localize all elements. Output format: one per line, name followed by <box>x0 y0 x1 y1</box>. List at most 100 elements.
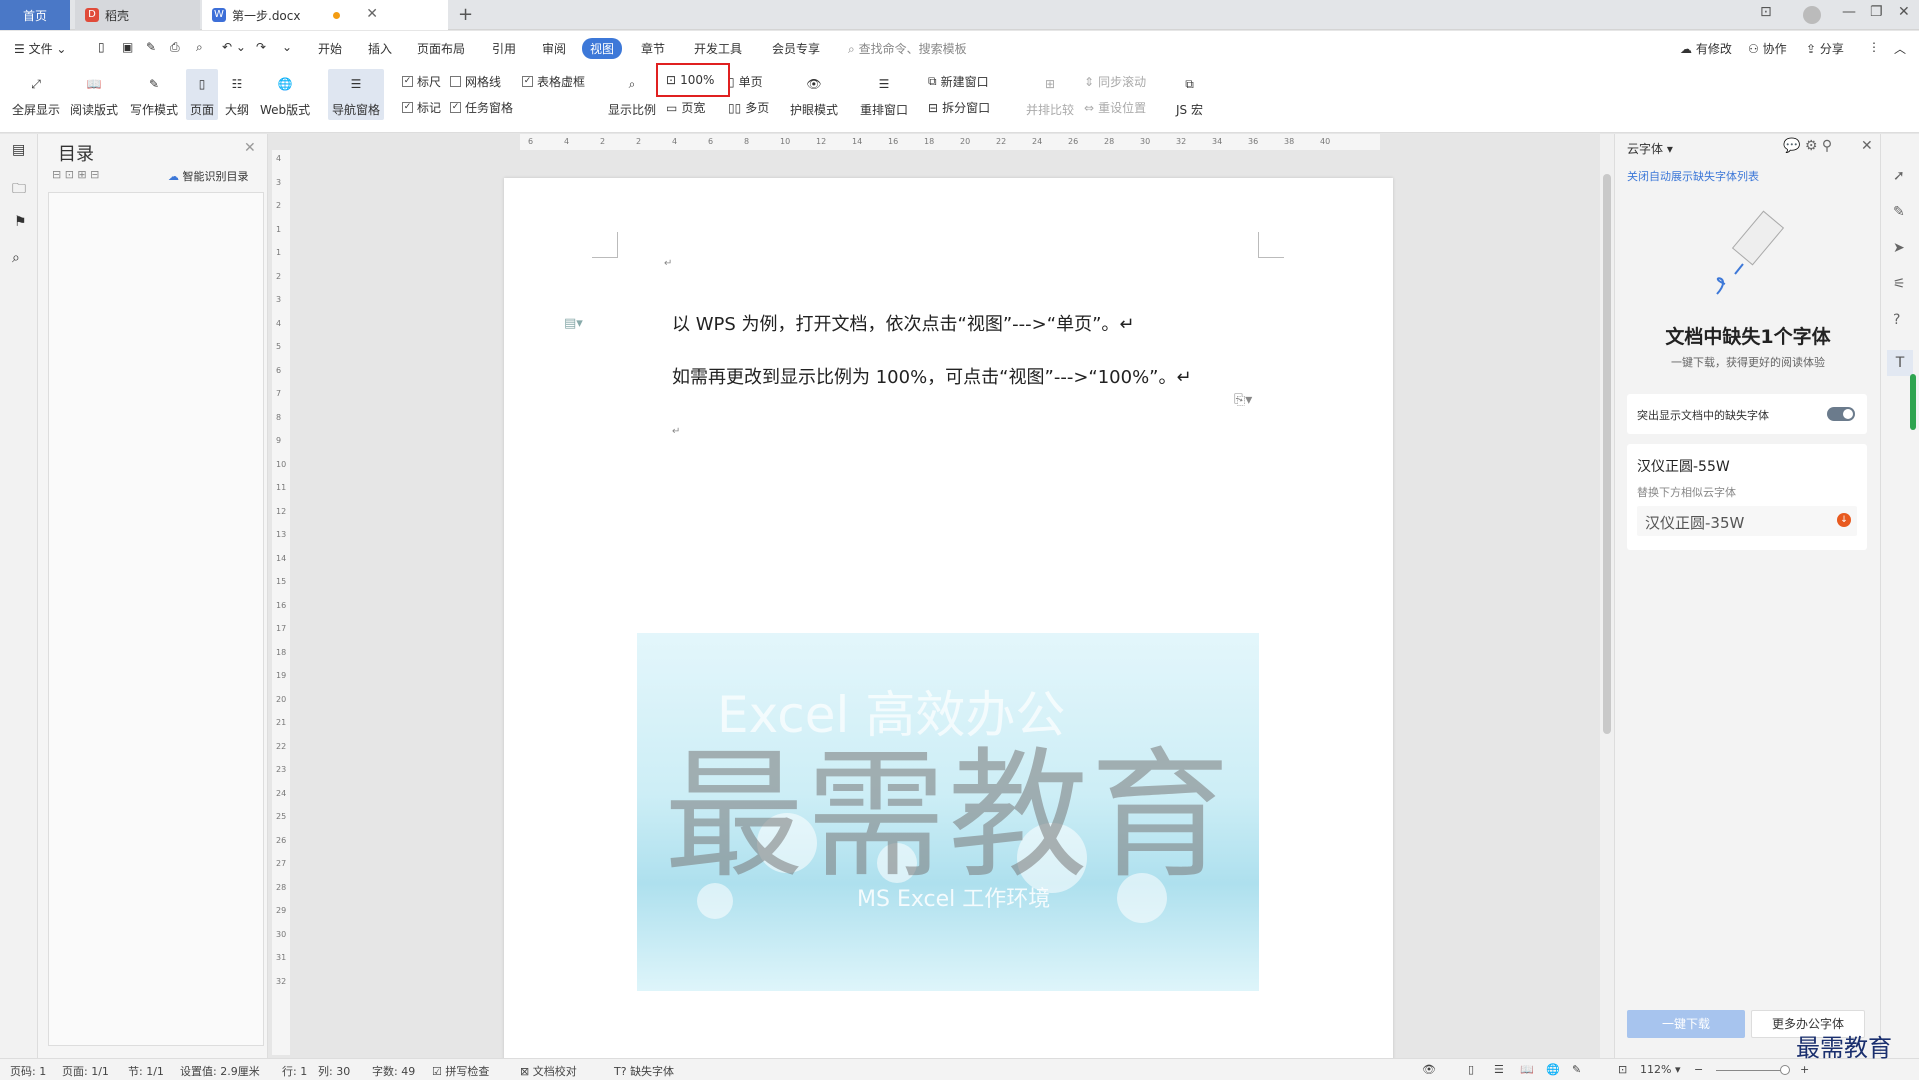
more-icon[interactable]: ⌄ <box>282 40 292 54</box>
rocket-icon[interactable]: ➚ <box>1893 168 1905 184</box>
share-button[interactable]: ⇪ 分享 <box>1806 40 1844 57</box>
menu-devtools[interactable]: 开发工具 <box>694 40 742 57</box>
restore-icon[interactable]: ❐ <box>1870 4 1883 20</box>
nav-pane-button[interactable]: ☰ 导航窗格 <box>328 69 385 120</box>
document-page[interactable]: ↵ ▤▾ 以 WPS 为例，打开文档，依次点击“视图”--->“单页”。↵ 如需… <box>504 178 1393 1058</box>
ruler-checkbox[interactable]: ✓ 标尺 <box>402 73 441 90</box>
write-status-icon[interactable]: ✎ <box>1572 1063 1581 1076</box>
more-menu-icon[interactable]: ⋮ <box>1868 40 1880 54</box>
highlight-missing-toggle[interactable] <box>1827 407 1855 421</box>
collab-button[interactable]: ⚇ 协作 <box>1748 40 1787 57</box>
nav-close-icon[interactable]: ✕ <box>244 140 256 156</box>
bookmark-rail-icon[interactable]: ⚑ <box>14 214 27 230</box>
macro-button[interactable]: ⧉ JS 宏 <box>1176 71 1203 118</box>
modify-button[interactable]: ☁ 有修改 <box>1680 40 1732 57</box>
minimize-icon[interactable]: — <box>1842 4 1856 20</box>
writing-mode-button[interactable]: ✎ 写作模式 <box>130 71 178 118</box>
menu-file[interactable]: ☰ 文件 ⌄ <box>14 40 66 57</box>
new-doc-icon[interactable]: ▯ <box>98 40 105 54</box>
close-window-icon[interactable]: ✕ <box>1898 4 1910 20</box>
zoom-out-icon[interactable]: − <box>1694 1063 1703 1076</box>
layout-icon[interactable]: ⊡ <box>1760 4 1772 20</box>
proofread-button[interactable]: ⊠ 文档校对 <box>520 1063 577 1079</box>
table-frame-checkbox[interactable]: ✓ 表格虚框 <box>522 73 585 90</box>
web-layout-button[interactable]: 🌐 Web版式 <box>260 71 310 118</box>
command-search[interactable]: ⌕ 查找命令、搜索模板 <box>848 40 967 57</box>
task-pane-checkbox[interactable]: ✓ 任务窗格 <box>450 99 513 116</box>
save-icon[interactable]: ▣ <box>122 40 133 54</box>
outline-button[interactable]: ☷ 大纲 <box>224 71 250 118</box>
sync-scroll-button[interactable]: ⇕ 同步滚动 <box>1084 73 1146 90</box>
panel-tool-icons[interactable]: 💬 ⚙ ⚲ <box>1783 138 1832 154</box>
close-tab-icon[interactable]: ✕ <box>366 6 378 22</box>
alt-font-option[interactable]: 汉仪正圆-35W ↓ <box>1637 506 1857 536</box>
font-t-icon[interactable]: T <box>1887 350 1913 376</box>
new-tab-icon[interactable]: + <box>458 4 473 25</box>
reading-mode-button[interactable]: 📖 阅读版式 <box>70 71 118 118</box>
page-view-button[interactable]: ▯ 页面 <box>186 69 218 120</box>
search-rail-icon[interactable]: ⌕ <box>12 250 20 266</box>
side-by-side-button[interactable]: ⊞ 并排比较 <box>1026 71 1074 118</box>
close-auto-list-link[interactable]: 关闭自动展示缺失字体列表 <box>1627 168 1759 184</box>
spell-check-button[interactable]: ☑ 拼写检查 <box>432 1063 489 1079</box>
page-view-status-icon[interactable]: ▯ <box>1468 1063 1474 1076</box>
sliders-icon[interactable]: ⚟ <box>1893 276 1906 292</box>
vertical-scrollbar[interactable] <box>1600 134 1614 1058</box>
fullscreen-button[interactable]: ⤢ 全屏显示 <box>12 71 60 118</box>
new-window-button[interactable]: ⧉ 新建窗口 <box>928 73 989 90</box>
edit-icon[interactable]: ✎ <box>1893 204 1905 220</box>
download-all-button[interactable]: 一键下载 <box>1627 1010 1745 1038</box>
collapse-ribbon-icon[interactable]: ︿ <box>1894 40 1906 57</box>
document-canvas[interactable]: ↵ ▤▾ 以 WPS 为例，打开文档，依次点击“视图”--->“单页”。↵ 如需… <box>292 150 1597 1058</box>
cursor-icon[interactable]: ➤ <box>1893 240 1905 256</box>
panel-close-icon[interactable]: ✕ <box>1861 138 1873 154</box>
paste-options-icon[interactable]: ⎘▾ <box>1234 392 1252 408</box>
tab-document[interactable]: W 第一步.docx ✕ <box>202 0 448 30</box>
undo-icon[interactable]: ↶ ⌄ <box>222 40 246 54</box>
multi-page-button[interactable]: ▯▯ 多页 <box>728 99 769 116</box>
redo-icon[interactable]: ↷ <box>256 40 266 54</box>
menu-member[interactable]: 会员专享 <box>772 40 820 57</box>
toc-rail-icon[interactable]: ▤ <box>12 142 25 158</box>
split-window-button[interactable]: ⊟ 拆分窗口 <box>928 99 990 116</box>
menu-review[interactable]: 审阅 <box>542 40 566 57</box>
print-preview-icon[interactable]: ⌕ <box>196 40 203 55</box>
avatar[interactable] <box>1803 6 1821 24</box>
menu-insert[interactable]: 插入 <box>368 40 392 57</box>
markup-checkbox[interactable]: ✓ 标记 <box>402 99 441 116</box>
menu-home[interactable]: 开始 <box>318 40 342 57</box>
print-icon[interactable]: ⎙ <box>170 40 180 55</box>
menu-layout[interactable]: 页面布局 <box>417 40 465 57</box>
zoom-slider-thumb[interactable] <box>1780 1065 1790 1075</box>
zoom-slider[interactable] <box>1716 1070 1786 1071</box>
tab-home[interactable]: 首页 <box>0 0 70 30</box>
missing-font-button[interactable]: T? 缺失字体 <box>614 1063 674 1079</box>
zoom-button[interactable]: ⌕ 显示比例 <box>608 71 656 118</box>
outline-status-icon[interactable]: ☰ <box>1494 1063 1504 1076</box>
gridlines-checkbox[interactable]: 网格线 <box>450 73 501 90</box>
eye-mode-button[interactable]: 👁 护眼模式 <box>790 71 838 118</box>
single-page-button[interactable]: ▯ 单页 <box>728 73 763 90</box>
rearrange-button[interactable]: ☰ 重排窗口 <box>860 71 908 118</box>
status-words[interactable]: 字数: 49 <box>372 1063 415 1079</box>
tab-daoke[interactable]: D 稻壳 <box>75 0 200 30</box>
format-painter-icon[interactable]: ✎ <box>146 40 156 54</box>
doc-file-icon[interactable]: ▤▾ <box>564 316 583 331</box>
menu-reference[interactable]: 引用 <box>492 40 516 57</box>
nav-tools[interactable]: ⊟ ⊡ ⊞ ⊟ <box>52 168 99 181</box>
web-status-icon[interactable]: 🌐 <box>1546 1063 1560 1076</box>
menu-view[interactable]: 视图 <box>582 38 623 59</box>
menu-chapter[interactable]: 章节 <box>641 40 665 57</box>
folder-rail-icon[interactable]: 🗀 <box>12 178 26 202</box>
scroll-thumb[interactable] <box>1603 174 1611 734</box>
page-width-button[interactable]: ▭ 页宽 <box>666 99 705 116</box>
zoom-level[interactable]: 112% ▾ <box>1640 1063 1680 1076</box>
fit-page-icon[interactable]: ⊡ <box>1618 1063 1627 1076</box>
zoom-in-icon[interactable]: + <box>1800 1063 1809 1076</box>
panel-title[interactable]: 云字体 ▾ <box>1627 140 1673 157</box>
reset-position-button[interactable]: ⇔ 重设位置 <box>1084 99 1146 116</box>
reading-status-icon[interactable]: 📖 <box>1520 1063 1534 1076</box>
eye-status-icon[interactable]: 👁 <box>1422 1063 1436 1076</box>
help-icon[interactable]: ? <box>1893 312 1900 328</box>
smart-toc-button[interactable]: ☁ 智能识别目录 <box>168 168 249 184</box>
